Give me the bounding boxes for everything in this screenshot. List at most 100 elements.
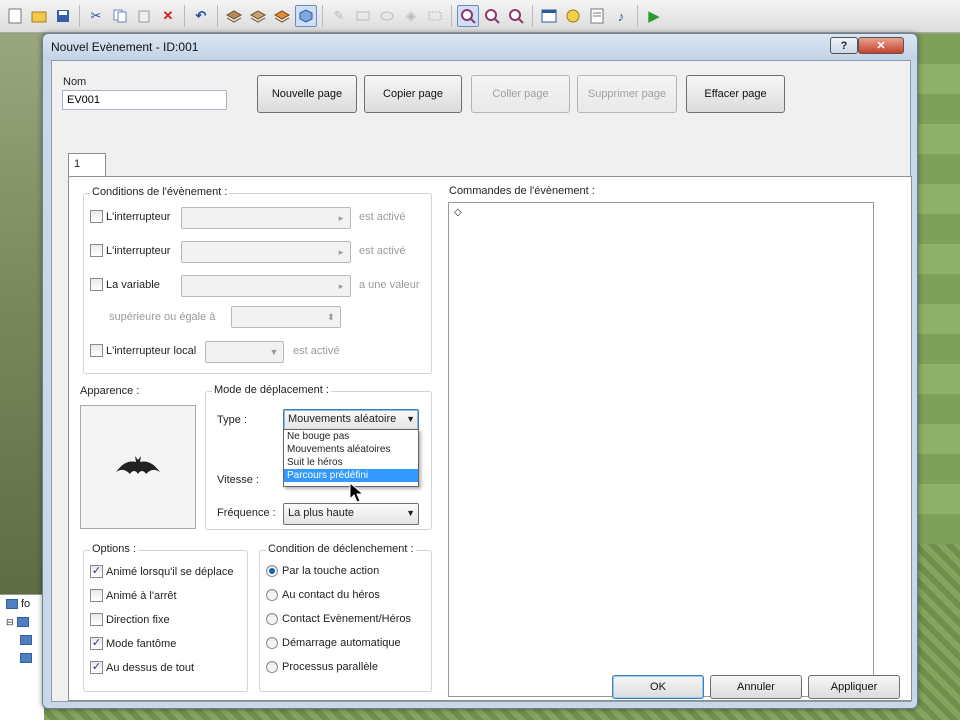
chevron-down-icon: ▼ [269,347,279,357]
option-checkbox[interactable]: ✓ [90,637,103,650]
option-label: Au dessus de tout [106,662,195,674]
variable-compare-label: supérieure ou égale à [109,311,216,323]
trigger-label: Contact Evènement/Héros [282,613,412,625]
select-icon[interactable] [424,5,446,27]
cut-icon[interactable]: ✂ [85,5,107,27]
toolbar-separator [79,5,80,27]
event-layer-icon[interactable] [295,5,317,27]
switch1-combo[interactable]: ▸ [181,207,351,229]
map-left-strip [0,34,44,594]
trigger-radio[interactable] [266,661,278,673]
type-dropdown-list: Ne bouge pas Mouvements aléatoires Suit le… [283,429,419,487]
map-tree-panel: fo ⊟ [0,594,44,720]
switch2-checkbox[interactable] [90,244,103,257]
pencil-icon[interactable]: ✎ [328,5,350,27]
new-page-button[interactable]: Nouvelle page [257,75,357,113]
type-option[interactable]: Suit le héros [284,456,418,469]
clear-page-button[interactable]: Effacer page [686,75,785,113]
options-title: Options : [90,543,139,555]
commands-title: Commandes de l'évènement : [449,185,595,197]
variable-value-spinner[interactable]: ⬍ [231,306,341,328]
toolbar-separator [532,5,533,27]
trigger-label: Par la touche action [282,565,380,577]
trigger-radio[interactable] [266,589,278,601]
trigger-radio[interactable] [266,565,278,577]
conditions-title: Conditions de l'évènement : [90,186,230,198]
folder-icon [6,599,18,609]
layer3-icon[interactable] [271,5,293,27]
delete-page-button[interactable]: Supprimer page [577,75,677,113]
arrow-right-icon: ▸ [338,212,344,223]
apply-button[interactable]: Appliquer [808,675,900,699]
tree-item[interactable] [0,649,44,667]
tree-item[interactable] [0,631,44,649]
local-switch-suffix: est activé [293,345,340,357]
type-option[interactable]: Parcours prédéfini [284,469,418,482]
trigger-label: Processus parallèle [282,661,378,673]
trigger-radio[interactable] [266,637,278,649]
database-icon[interactable] [538,5,560,27]
option-checkbox[interactable] [90,589,103,602]
type-dropdown[interactable]: Mouvements aléatoire ▼ [283,409,419,431]
paste-page-button[interactable]: Coller page [471,75,570,113]
type-option[interactable]: Ne bouge pas [284,430,418,443]
variable-label: La variable [106,279,160,291]
switch1-checkbox[interactable] [90,210,103,223]
option-checkbox[interactable]: ✓ [90,565,103,578]
layer1-icon[interactable] [223,5,245,27]
local-switch-combo[interactable]: ▼ [205,341,284,363]
map-right-strip [915,34,960,544]
switch2-combo[interactable]: ▸ [181,241,351,263]
copy-page-button[interactable]: Copier page [364,75,462,113]
chevron-down-icon: ▼ [406,508,415,518]
tab-page-1[interactable]: 1 [68,153,106,177]
option-checkbox[interactable]: ✓ [90,661,103,674]
new-icon[interactable] [4,5,26,27]
delete-icon[interactable]: ✕ [157,5,179,27]
variable-combo[interactable]: ▸ [181,275,351,297]
local-switch-checkbox[interactable] [90,344,103,357]
option-checkbox[interactable] [90,613,103,626]
ellipse-icon[interactable] [376,5,398,27]
copy-icon[interactable] [109,5,131,27]
zoom-1-icon[interactable] [457,5,479,27]
movement-title: Mode de déplacement : [212,384,331,396]
arrow-right-icon: ▸ [338,246,344,257]
layer2-icon[interactable] [247,5,269,27]
tree-item[interactable]: fo [0,595,44,613]
fill-icon[interactable]: ◈ [400,5,422,27]
commands-list[interactable]: ◇ [448,202,874,697]
help-button[interactable]: ? [830,37,858,54]
appearance-preview[interactable] [80,405,196,529]
spinner-icon[interactable]: ⬍ [322,307,340,327]
toolbar-separator [451,5,452,27]
event-dialog: Nouvel Evènement - ID:001 ? ✕ Nom Nouvel… [42,33,918,709]
dialog-titlebar[interactable]: Nouvel Evènement - ID:001 [43,34,917,60]
variable-checkbox[interactable] [90,278,103,291]
folder-icon [16,617,29,627]
paste-icon[interactable] [133,5,155,27]
type-label: Type : [217,414,247,426]
type-option[interactable]: Mouvements aléatoires [284,443,418,456]
expand-icon[interactable]: ⊟ [6,617,14,628]
sound-test-icon[interactable]: ♪ [610,5,632,27]
cancel-button[interactable]: Annuler [710,675,802,699]
name-field[interactable] [62,90,227,110]
command-line[interactable]: ◇ [449,203,873,222]
ok-button[interactable]: OK [612,675,704,699]
rectangle-icon[interactable] [352,5,374,27]
tree-item[interactable]: ⊟ [0,613,44,631]
resources-icon[interactable] [562,5,584,27]
script-editor-icon[interactable] [586,5,608,27]
save-icon[interactable] [52,5,74,27]
page-panel: Conditions de l'évènement : L'interrupte… [68,176,912,701]
zoom-2-icon[interactable] [481,5,503,27]
close-button[interactable]: ✕ [858,37,904,54]
option-label: Animé à l'arrêt [106,590,177,602]
zoom-3-icon[interactable] [505,5,527,27]
mouse-cursor-icon [349,481,365,507]
playtest-icon[interactable]: ▶ [643,5,665,27]
undo-icon[interactable]: ↶ [190,5,212,27]
open-icon[interactable] [28,5,50,27]
trigger-radio[interactable] [266,613,278,625]
